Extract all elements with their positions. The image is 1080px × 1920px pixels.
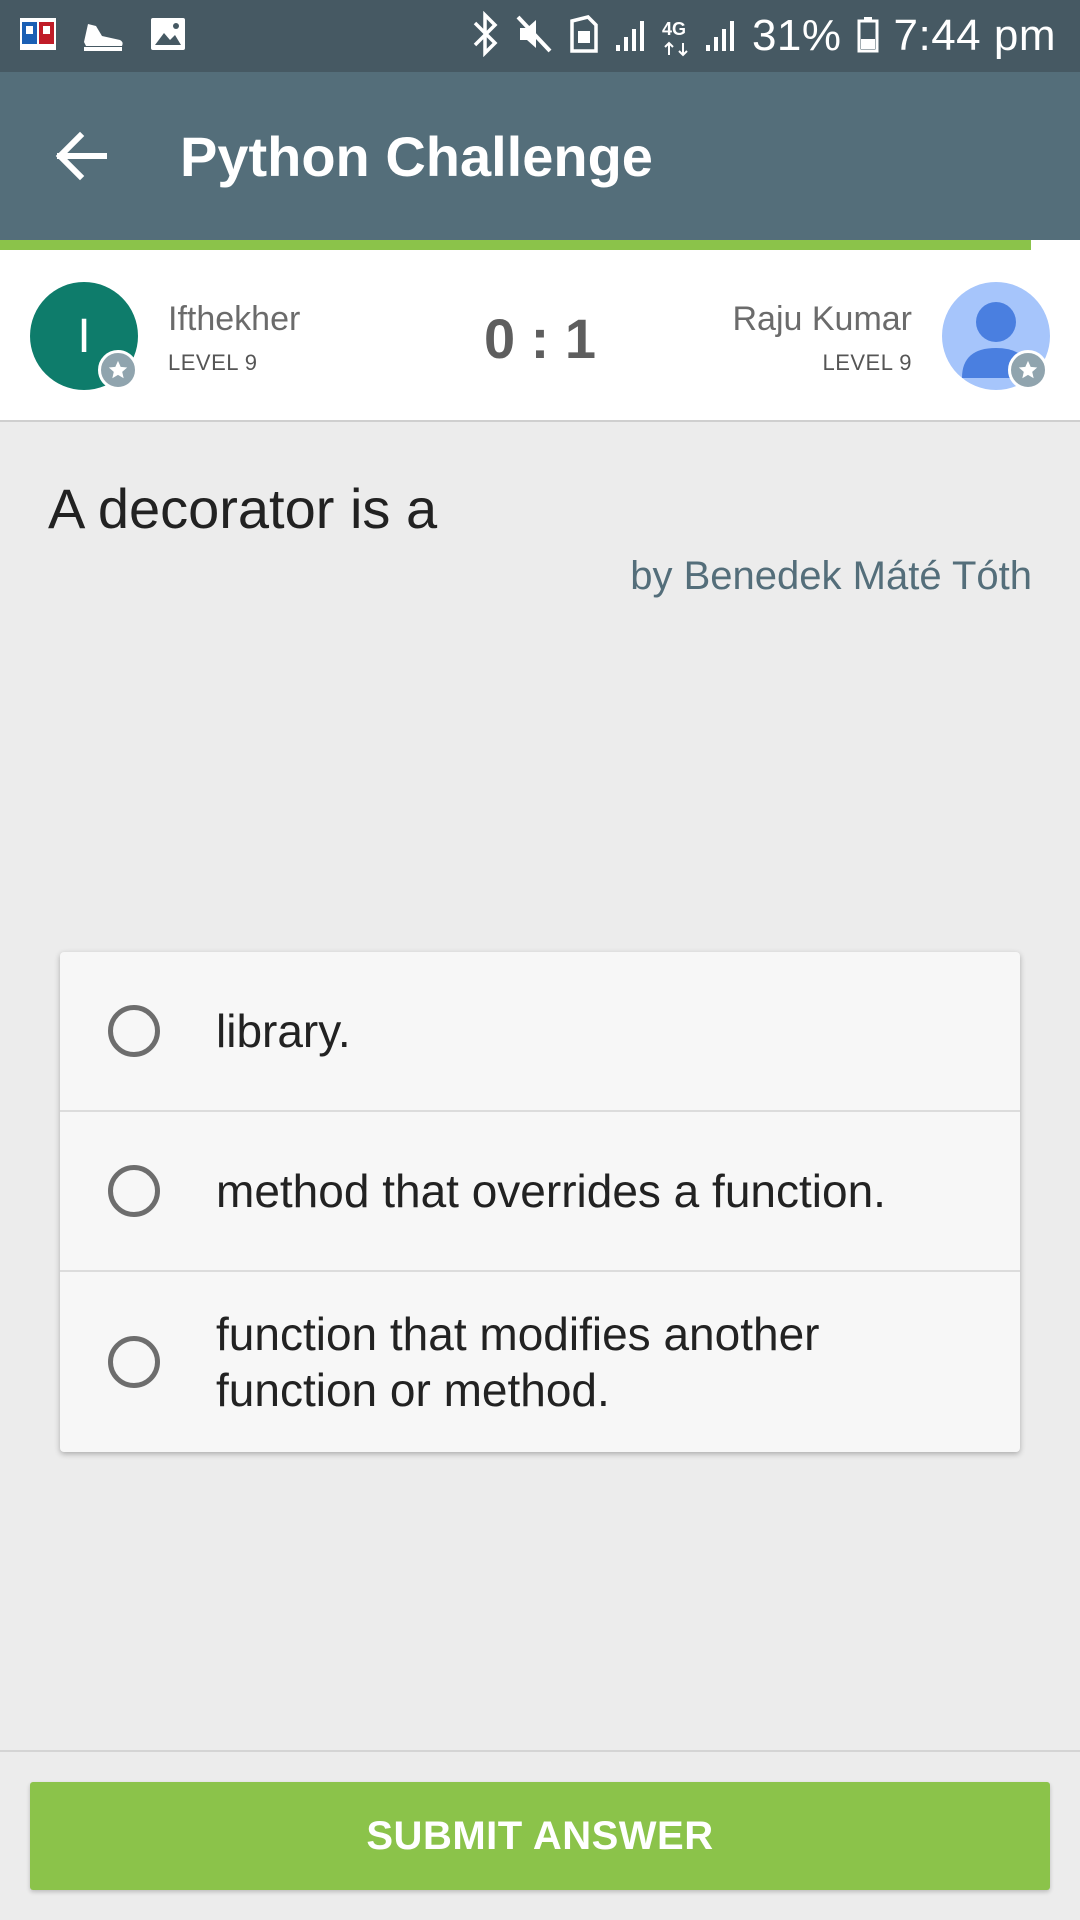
battery-icon [856, 11, 880, 62]
answer-text: method that overrides a function. [216, 1165, 886, 1217]
signal-icon [704, 11, 738, 62]
question-author: by Benedek Máté Tóth [630, 554, 1032, 598]
radio-button[interactable] [108, 1165, 160, 1217]
score: 0 : 1 [483, 307, 597, 370]
battery-percent: 31% [751, 11, 842, 60]
back-button[interactable] [50, 124, 114, 188]
answer-text: function that modifies another function … [216, 1308, 820, 1416]
mute-icon [514, 11, 554, 62]
player-level-right: LEVEL 9 [822, 350, 912, 375]
app-bar: Python Challenge [0, 72, 1080, 240]
players-bar: I Ifthekher LEVEL 9 0 : 1 Raju Kumar LEV… [0, 250, 1080, 422]
arrow-left-icon [55, 131, 107, 181]
page-title: Python Challenge [180, 125, 653, 188]
divider [0, 1750, 1080, 1752]
submit-answer-button[interactable]: SUBMIT ANSWER [30, 1782, 1050, 1890]
sim-icon [568, 11, 600, 62]
player-name-right: Raju Kumar [732, 300, 912, 338]
system-icons: 4G 31% 7:44 pm [470, 0, 1056, 72]
image-icon [148, 14, 188, 59]
notification-icons [18, 14, 188, 58]
star-icon [1018, 360, 1038, 379]
level-star-badge [1008, 350, 1048, 390]
answers-card: library. method that overrides a functio… [60, 952, 1020, 1452]
clock: 7:44 pm [893, 11, 1056, 60]
shoe-icon [80, 14, 126, 59]
status-bar: 4G 31% 7:44 pm [0, 0, 1080, 72]
signal-icon [614, 11, 648, 62]
network-4g-icon: 4G [662, 13, 690, 59]
challenge-progress [0, 240, 1080, 250]
radio-button[interactable] [108, 1336, 160, 1388]
answer-option[interactable]: method that overrides a function. [60, 1112, 1020, 1272]
dictionary-app-icon [18, 14, 58, 59]
answer-text: library. [216, 1005, 351, 1057]
progress-fill [0, 240, 1032, 250]
question-text: A decorator is a [48, 477, 438, 540]
bluetooth-icon [470, 10, 500, 62]
answer-option[interactable]: function that modifies another function … [60, 1272, 1020, 1452]
answer-option[interactable]: library. [60, 952, 1020, 1112]
radio-button[interactable] [108, 1005, 160, 1057]
